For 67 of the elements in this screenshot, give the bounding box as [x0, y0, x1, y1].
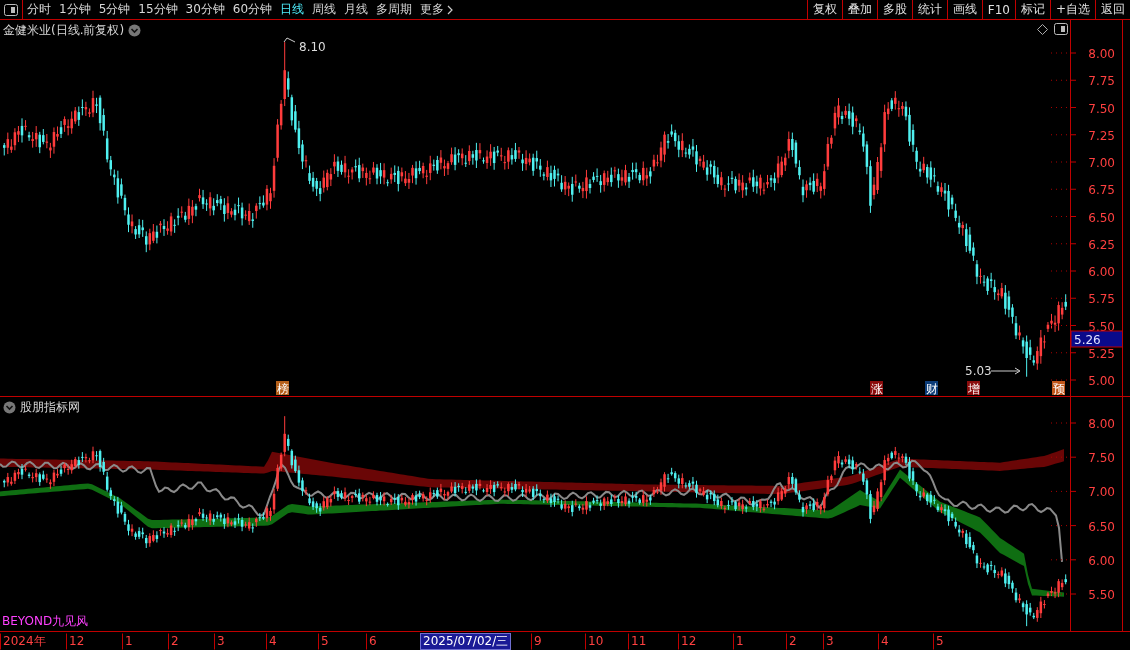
- price-axis-label: 8.00: [1088, 47, 1115, 61]
- price-axis-label: 7.50: [1088, 101, 1115, 116]
- period-tab[interactable]: 月线: [340, 0, 373, 19]
- price-axis-label: 7.75: [1088, 74, 1115, 89]
- period-tab[interactable]: 多周期: [372, 0, 417, 19]
- date-axis-label: 2025/07/02/三: [420, 633, 512, 650]
- toolbar-button[interactable]: 统计: [911, 0, 947, 19]
- event-marker[interactable]: 预: [1052, 381, 1065, 396]
- high-price-label: 8.10: [299, 40, 326, 54]
- price-axis-label: 7.00: [1088, 156, 1115, 170]
- current-price-tag: 5.26: [1070, 330, 1122, 348]
- event-marker[interactable]: 涨: [870, 381, 883, 396]
- event-marker[interactable]: 增: [967, 381, 980, 396]
- date-axis-label: 4: [878, 633, 892, 650]
- price-axis-label: 6.50: [1088, 210, 1115, 225]
- date-axis-label: 2: [168, 633, 182, 650]
- toolbar-button[interactable]: 画线: [946, 0, 982, 19]
- event-marker[interactable]: 榜: [276, 381, 289, 396]
- date-axis-label: 5: [318, 633, 332, 650]
- low-price-label: 5.03: [965, 364, 992, 378]
- date-axis-label: 6: [366, 633, 380, 650]
- date-axis-label: 9: [531, 633, 545, 650]
- toolbar-button[interactable]: 标记: [1014, 0, 1050, 19]
- toolbar-button[interactable]: 多股: [876, 0, 912, 19]
- date-axis-label: 11: [628, 633, 650, 650]
- period-tab[interactable]: 日线: [276, 0, 309, 19]
- toolbar-button[interactable]: F10: [981, 0, 1015, 19]
- event-marker[interactable]: 财: [925, 381, 938, 396]
- price-axis-label: 6.75: [1088, 183, 1115, 198]
- indicator-axis-label: 8.00: [1088, 417, 1115, 431]
- date-axis-label: 12: [66, 633, 88, 650]
- period-tab[interactable]: 1分钟: [55, 0, 95, 19]
- indicator-caption: BEYOND九见风: [2, 613, 89, 630]
- date-axis-label: 3: [214, 633, 228, 650]
- chart-title: 金健米业(日线.前复权): [3, 22, 125, 39]
- indicator-axis-label: 6.50: [1088, 519, 1115, 534]
- period-tab[interactable]: 更多: [416, 0, 458, 19]
- toolbar-button[interactable]: 叠加: [841, 0, 877, 19]
- date-axis-label: 5: [933, 633, 947, 650]
- price-axis-label: 6.25: [1088, 237, 1115, 252]
- date-axis-label: 1: [122, 633, 136, 650]
- period-tab[interactable]: 周线: [308, 0, 341, 19]
- date-axis-label: 12: [678, 633, 700, 650]
- period-tab[interactable]: 60分钟: [228, 0, 277, 19]
- toolbar-button[interactable]: +自选: [1049, 0, 1095, 19]
- indicator-axis-label: 5.50: [1088, 588, 1115, 602]
- date-axis-label: 3: [823, 633, 837, 650]
- price-axis-label: 5.25: [1088, 346, 1115, 361]
- date-axis-label: 1: [733, 633, 747, 650]
- price-axis-label: 7.25: [1088, 128, 1115, 143]
- date-axis-label: 2: [786, 633, 800, 650]
- period-tab[interactable]: 15分钟: [134, 0, 182, 19]
- indicator-axis-label: 6.00: [1088, 553, 1115, 568]
- price-axis-label: 5.75: [1088, 292, 1115, 307]
- date-axis-label: 10: [585, 633, 607, 650]
- period-tab[interactable]: 分时: [23, 0, 55, 19]
- price-axis-label: 6.00: [1088, 265, 1115, 279]
- toolbar-button[interactable]: 返回: [1095, 0, 1130, 19]
- price-axis-label: 5.00: [1088, 374, 1115, 388]
- date-axis-label: 4: [266, 633, 280, 650]
- period-tab[interactable]: 30分钟: [181, 0, 229, 19]
- date-axis-label: 2024年: [0, 633, 49, 650]
- toolbar-button[interactable]: 复权: [806, 0, 842, 19]
- indicator-title: 股朋指标网: [20, 399, 80, 416]
- indicator-axis-label: 7.50: [1088, 451, 1115, 466]
- indicator-axis-label: 7.00: [1088, 485, 1115, 500]
- period-tab[interactable]: 5分钟: [94, 0, 135, 19]
